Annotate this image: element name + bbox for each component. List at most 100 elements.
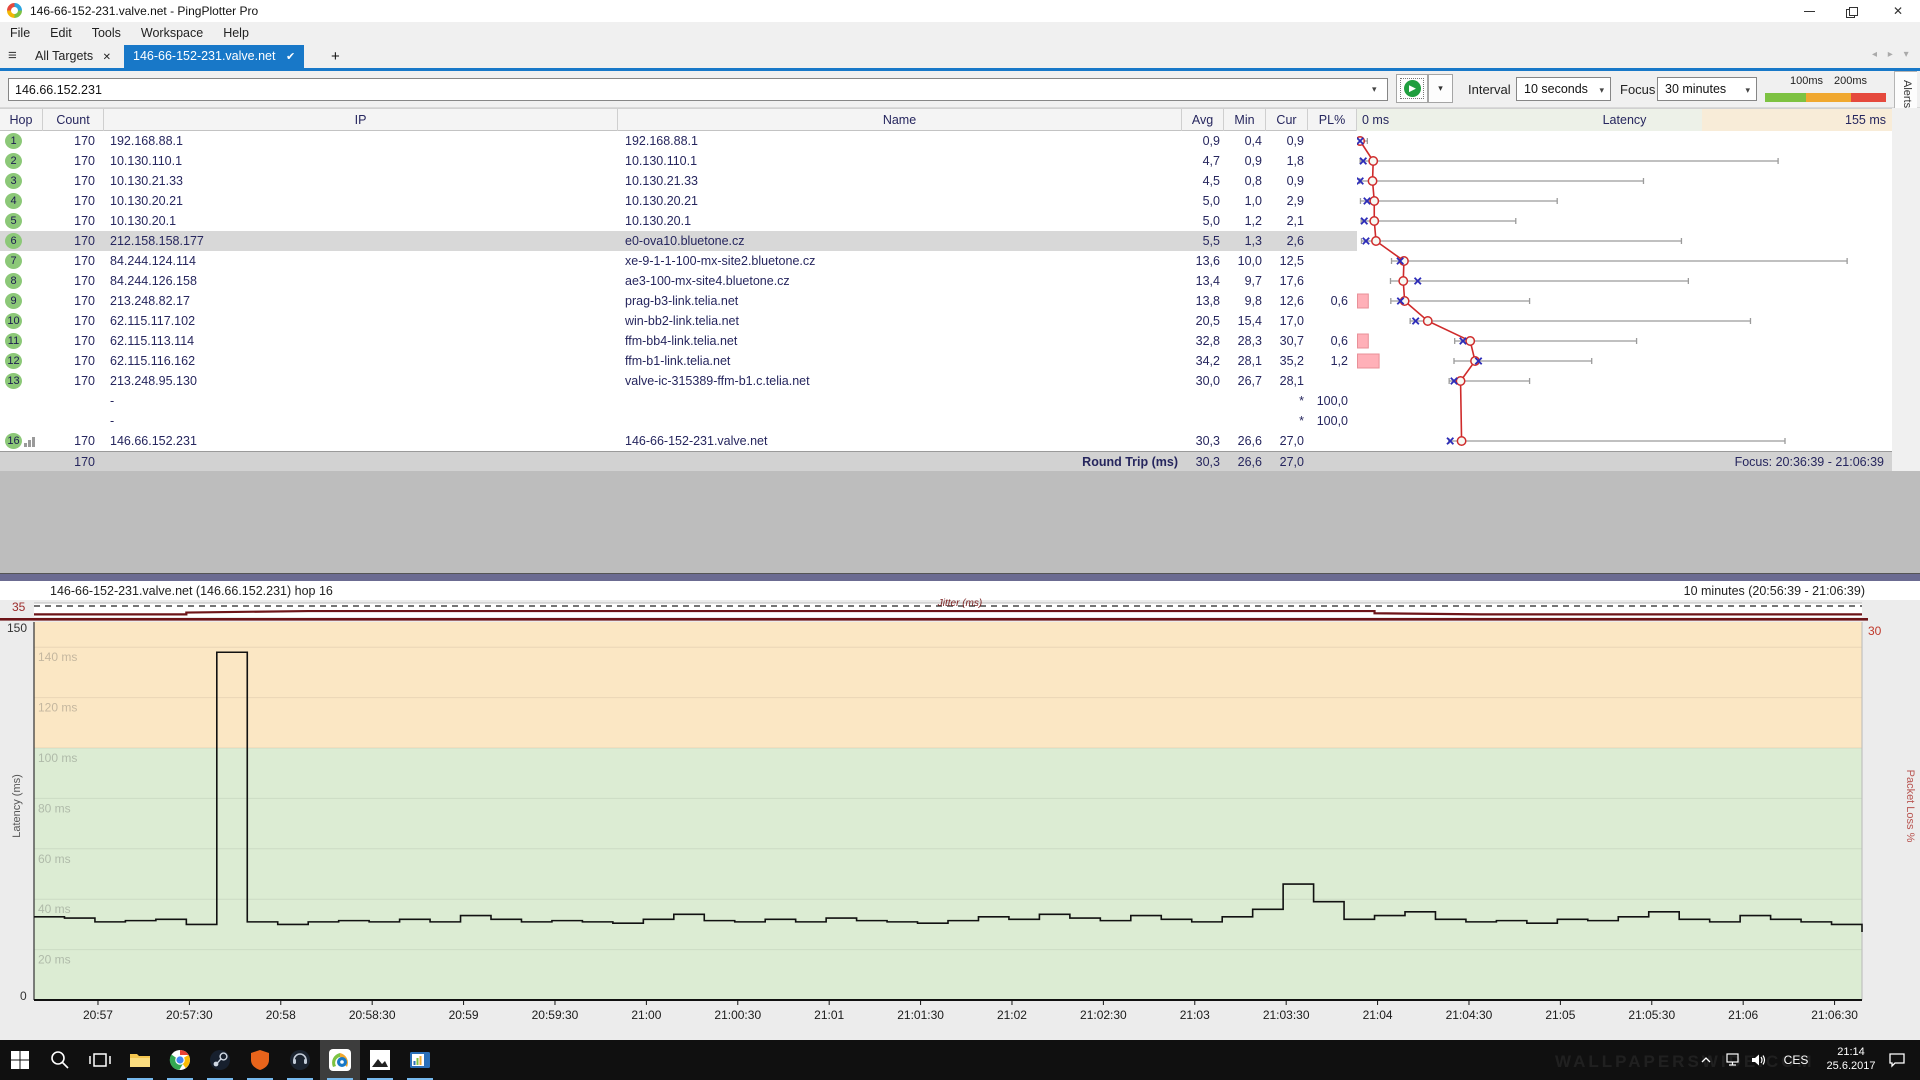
- table-row[interactable]: 1217062.115.116.162ffm-b1-link.telia.net…: [0, 351, 1357, 371]
- column-header-min[interactable]: Min: [1224, 109, 1266, 131]
- column-header-name[interactable]: Name: [618, 109, 1182, 131]
- time-tick-label: 21:03: [1180, 1008, 1210, 1022]
- tray-clock[interactable]: 21:14 25.6.2017: [1820, 1040, 1882, 1080]
- cell-pl: [1308, 431, 1357, 451]
- steam-icon[interactable]: [200, 1040, 240, 1080]
- table-row[interactable]: 1117062.115.113.114ffm-bb4-link.telia.ne…: [0, 331, 1357, 351]
- cell-ip: -: [104, 411, 618, 431]
- cell-ip: 10.130.21.33: [104, 171, 618, 191]
- tray-chevron-icon[interactable]: [1700, 1040, 1712, 1080]
- tray-network-icon[interactable]: [1724, 1040, 1742, 1080]
- menu-edit[interactable]: Edit: [40, 22, 82, 44]
- table-row[interactable]: 817084.244.126.158ae3-100-mx-site4.bluet…: [0, 271, 1357, 291]
- hop-badge: 4: [5, 193, 22, 209]
- table-row[interactable]: -*100,0: [0, 411, 1357, 431]
- table-row[interactable]: 6170212.158.158.177e0-ova10.bluetone.cz5…: [0, 231, 1357, 251]
- time-tick-label: 21:03:30: [1263, 1008, 1310, 1022]
- column-header-hop[interactable]: Hop: [0, 109, 43, 131]
- table-row[interactable]: 1170192.168.88.1192.168.88.10,90,40,9: [0, 131, 1357, 151]
- new-tab-button[interactable]: +: [322, 45, 349, 68]
- cell-ip: 84.244.124.114: [104, 251, 618, 271]
- latency-scale-legend: [1765, 93, 1886, 102]
- menu-workspace[interactable]: Workspace: [131, 22, 213, 44]
- focus-label: Focus: [1620, 82, 1655, 97]
- table-row[interactable]: 217010.130.110.110.130.110.14,70,91,8: [0, 151, 1357, 171]
- latency-axis-max-label: 150: [7, 621, 27, 635]
- table-row[interactable]: 1017062.115.117.102win-bb2-link.telia.ne…: [0, 311, 1357, 331]
- interval-select[interactable]: 10 seconds ▾: [1516, 77, 1611, 101]
- chrome-icon[interactable]: [160, 1040, 200, 1080]
- ygrid-label: 40 ms: [38, 902, 71, 916]
- ygrid-label: 80 ms: [38, 801, 71, 815]
- cell-cur: 30,7: [1266, 331, 1308, 351]
- table-row[interactable]: 16170146.66.152.231146-66-152-231.valve.…: [0, 431, 1357, 451]
- column-header-latency[interactable]: 0 msLatency155 ms: [1357, 109, 1892, 131]
- legend-segment: [1765, 93, 1806, 102]
- hop-badge: 3: [5, 173, 22, 189]
- screen: 146-66-152-231.valve.net - PingPlotter P…: [0, 0, 1920, 1080]
- ygrid-label: 140 ms: [38, 650, 77, 664]
- cell-ip: 213.248.95.130: [104, 371, 618, 391]
- column-header-cur[interactable]: Cur: [1266, 109, 1308, 131]
- antivirus-shield-icon[interactable]: [240, 1040, 280, 1080]
- timeline-range-title: 10 minutes (20:56:39 - 21:06:39): [1684, 584, 1865, 598]
- time-tick-label: 20:59:30: [532, 1008, 579, 1022]
- tab-close-icon[interactable]: ✕: [103, 52, 111, 63]
- cell-cur: *: [1266, 391, 1308, 411]
- column-header-ip[interactable]: IP: [104, 109, 618, 131]
- time-tick-label: 21:00:30: [714, 1008, 761, 1022]
- menu-file[interactable]: File: [0, 22, 40, 44]
- tray-notification-icon[interactable]: [1888, 1040, 1906, 1080]
- address-dropdown-icon[interactable]: ▾: [1372, 84, 1377, 95]
- cell-pl: [1308, 371, 1357, 391]
- panel-splitter[interactable]: [0, 573, 1920, 581]
- column-header-avg[interactable]: Avg: [1182, 109, 1224, 131]
- tab-target[interactable]: 146-66-152-231.valve.net ✔: [124, 45, 304, 68]
- search-button[interactable]: [40, 1040, 80, 1080]
- table-row[interactable]: 13170213.248.95.130valve-ic-315389-ffm-b…: [0, 371, 1357, 391]
- hop-badge: 5: [5, 213, 22, 229]
- table-row[interactable]: -*100,0: [0, 391, 1357, 411]
- tab-scroll-arrows[interactable]: ◂ ▸ ▾: [1872, 49, 1913, 60]
- trace-options-dropdown[interactable]: ▾: [1428, 74, 1453, 103]
- hamburger-menu-icon[interactable]: ≡: [8, 47, 17, 64]
- table-row[interactable]: 417010.130.20.2110.130.20.215,01,02,9: [0, 191, 1357, 211]
- table-row[interactable]: 317010.130.21.3310.130.21.334,50,80,9: [0, 171, 1357, 191]
- cell-cur: 0,9: [1266, 171, 1308, 191]
- start-trace-button[interactable]: ▶: [1396, 74, 1428, 103]
- cell-min: 1,3: [1224, 231, 1266, 251]
- photos-icon[interactable]: [360, 1040, 400, 1080]
- cell-count: 170: [43, 231, 104, 251]
- focus-select[interactable]: 30 minutes ▾: [1657, 77, 1757, 101]
- target-address-input[interactable]: [8, 78, 1388, 101]
- table-row[interactable]: 9170213.248.82.17prag-b3-link.telia.net1…: [0, 291, 1357, 311]
- close-button[interactable]: ✕: [1876, 0, 1920, 22]
- cell-pl: 100,0: [1308, 411, 1357, 431]
- time-tick-label: 20:57: [83, 1008, 113, 1022]
- start-button[interactable]: [0, 1040, 40, 1080]
- restore-button[interactable]: [1832, 0, 1876, 22]
- column-header-pl[interactable]: PL%: [1308, 109, 1357, 131]
- pingplotter-icon[interactable]: [320, 1040, 360, 1080]
- tray-volume-icon[interactable]: [1750, 1040, 1768, 1080]
- menu-tools[interactable]: Tools: [82, 22, 131, 44]
- table-row[interactable]: 717084.244.124.114xe-9-1-1-100-mx-site2.…: [0, 251, 1357, 271]
- cell-cur: 28,1: [1266, 371, 1308, 391]
- presentation-icon[interactable]: [400, 1040, 440, 1080]
- tray-language-indicator[interactable]: CES: [1778, 1040, 1814, 1080]
- minimize-button[interactable]: [1788, 0, 1832, 22]
- legend-segment: [1851, 93, 1886, 102]
- teamspeak-icon[interactable]: [280, 1040, 320, 1080]
- cell-cur: 2,9: [1266, 191, 1308, 211]
- column-header-count[interactable]: Count: [43, 109, 104, 131]
- tab-all-targets[interactable]: All Targets ✕: [26, 45, 120, 68]
- latency-axis-min-label: 0: [20, 989, 27, 1003]
- menu-help[interactable]: Help: [213, 22, 259, 44]
- wallpaper-watermark: WALLPAPERSWIDE.COM: [1555, 1052, 1815, 1072]
- task-view-button[interactable]: [80, 1040, 120, 1080]
- hop-badge: 1: [5, 133, 22, 149]
- table-row[interactable]: 517010.130.20.110.130.20.15,01,22,1: [0, 211, 1357, 231]
- timeline-chart[interactable]: 140 ms120 ms100 ms80 ms60 ms40 ms20 ms20…: [0, 600, 1920, 1040]
- cell-name: xe-9-1-1-100-mx-site2.bluetone.cz: [618, 251, 1182, 271]
- file-explorer-icon[interactable]: [120, 1040, 160, 1080]
